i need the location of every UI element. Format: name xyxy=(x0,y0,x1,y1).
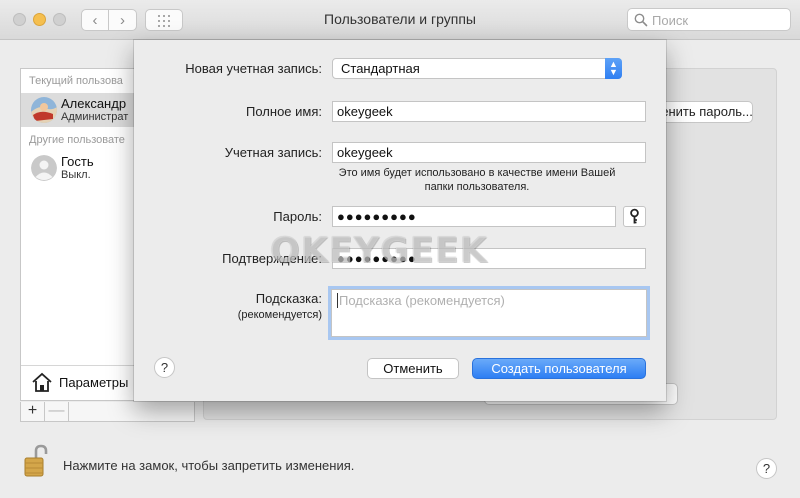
login-options-label: Параметры xyxy=(59,375,129,390)
lock-open-icon[interactable] xyxy=(24,444,48,478)
guest-avatar-icon xyxy=(31,155,57,181)
key-icon xyxy=(630,208,639,224)
full-name-label: Полное имя: xyxy=(246,104,322,119)
password-assistant-button[interactable] xyxy=(623,206,646,227)
updown-arrows-icon: ▲ ▼ xyxy=(605,58,622,79)
list-buttons-bar: + — xyxy=(20,402,195,422)
user-status: Выкл. xyxy=(61,169,91,181)
hint-textarea[interactable]: Подсказка (рекомендуется) xyxy=(331,289,647,337)
sheet-help-button[interactable]: ? xyxy=(154,357,175,378)
search-field[interactable]: Поиск xyxy=(627,8,791,31)
cancel-button[interactable]: Отменить xyxy=(367,358,459,379)
account-name-field[interactable]: okeygeek xyxy=(332,142,646,163)
user-name: Александр xyxy=(61,96,127,111)
avatar xyxy=(31,97,57,123)
account-type-popup[interactable]: Стандартная ▲ ▼ xyxy=(332,58,622,79)
user-name: Гость xyxy=(61,154,94,169)
account-name-hint: Это имя будет использовано в качестве им… xyxy=(338,167,616,193)
account-type-label: Новая учетная запись: xyxy=(185,61,322,76)
password-field[interactable]: ●●●●●●●●● xyxy=(332,206,616,227)
add-user-button[interactable]: + xyxy=(21,402,45,421)
create-user-button[interactable]: Создать пользователя xyxy=(472,358,646,379)
lock-message: Нажмите на замок, чтобы запретить измене… xyxy=(63,458,355,473)
new-account-sheet: Новая учетная запись: Стандартная ▲ ▼ Пол… xyxy=(134,40,666,401)
title-bar: ‹ › Пользователи и группы Поиск xyxy=(0,0,800,40)
hint-label: Подсказка: xyxy=(255,291,322,306)
user-role: Администрат xyxy=(61,111,129,123)
remove-user-button[interactable]: — xyxy=(45,402,69,421)
full-name-field[interactable]: okeygeek xyxy=(332,101,646,122)
verify-field[interactable]: ●●●●●●●●● xyxy=(332,248,646,269)
help-button[interactable]: ? xyxy=(756,458,777,479)
section-current-users: Текущий пользова xyxy=(29,75,123,87)
search-placeholder: Поиск xyxy=(652,13,689,28)
search-icon xyxy=(634,13,648,27)
section-other-users: Другие пользовате xyxy=(29,134,125,146)
hint-label-sub: (рекомендуется) xyxy=(237,309,322,321)
account-type-value: Стандартная xyxy=(341,61,420,76)
text-cursor xyxy=(337,293,338,308)
house-icon xyxy=(32,372,52,392)
account-name-label: Учетная запись: xyxy=(224,145,322,160)
verify-label: Подтверждение: xyxy=(222,251,322,266)
password-label: Пароль: xyxy=(273,209,322,224)
hint-placeholder: Подсказка (рекомендуется) xyxy=(339,293,505,308)
